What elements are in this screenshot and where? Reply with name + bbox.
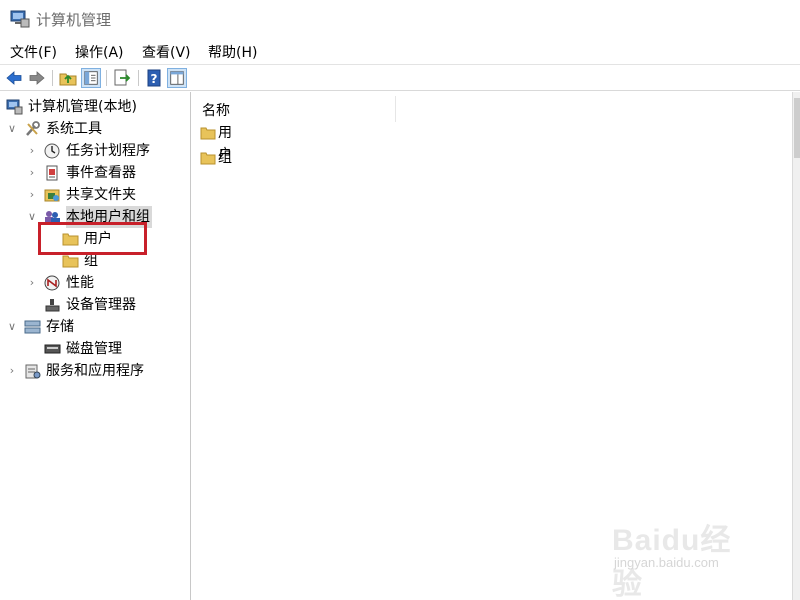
services-applications-icon	[25, 364, 41, 379]
chevron-right-icon[interactable]: ›	[26, 184, 38, 206]
tree-item-event-viewer[interactable]: › 事件查看器	[26, 162, 186, 184]
chevron-right-icon[interactable]: ›	[6, 360, 18, 382]
tree-item-label: 任务计划程序	[66, 143, 150, 159]
tree-item-label: 系统工具	[46, 121, 102, 137]
tree-item-performance[interactable]: › 性能	[26, 272, 186, 294]
menu-action[interactable]: 操作(A)	[75, 42, 124, 62]
tree-item-device-manager[interactable]: 设备管理器	[26, 294, 186, 316]
tree-item-label: 存储	[46, 319, 74, 335]
tree-item-label: 计算机管理(本地)	[28, 99, 137, 115]
column-header-name[interactable]: 名称	[194, 96, 396, 122]
tree-item-task-scheduler[interactable]: › 任务计划程序	[26, 140, 186, 162]
storage-icon	[24, 320, 41, 334]
toolbar: ?	[0, 64, 800, 91]
folder-icon	[200, 127, 216, 140]
shared-folders-icon	[44, 189, 60, 202]
up-folder-icon[interactable]	[58, 68, 78, 88]
toolbar-separator	[138, 70, 139, 86]
tree-item-label: 磁盘管理	[66, 341, 122, 357]
chevron-down-icon[interactable]: ∨	[6, 316, 18, 338]
chevron-down-icon[interactable]: ∨	[26, 206, 38, 228]
export-list-icon[interactable]	[112, 68, 132, 88]
tree-item-storage[interactable]: ∨ 存储	[6, 316, 186, 338]
menu-bar: 文件(F) 操作(A) 查看(V) 帮助(H)	[0, 40, 800, 64]
menu-view[interactable]: 查看(V)	[142, 42, 191, 62]
menu-file[interactable]: 文件(F)	[10, 42, 57, 62]
toolbar-separator	[106, 70, 107, 86]
tree-item-label: 设备管理器	[66, 297, 136, 313]
svg-text:?: ?	[151, 72, 158, 86]
back-arrow-icon[interactable]	[4, 68, 24, 88]
performance-icon	[44, 275, 60, 291]
chevron-right-icon[interactable]: ›	[26, 272, 38, 294]
scrollbar-thumb[interactable]	[794, 98, 800, 158]
properties-pane-icon[interactable]	[167, 68, 187, 88]
task-scheduler-icon	[44, 143, 60, 159]
tree-item-label: 性能	[66, 275, 94, 291]
vertical-scrollbar[interactable]	[792, 92, 800, 600]
watermark-url: jingyan.baidu.com	[614, 555, 719, 570]
folder-icon	[200, 152, 216, 165]
watermark: Baidu经验 jingyan.baidu.com	[612, 515, 762, 600]
console-tree: 计算机管理(本地) ∨ 系统工具 › 任务计划程序 › 事件查看器 › 共享文件…	[0, 92, 191, 600]
chevron-right-icon[interactable]: ›	[26, 140, 38, 162]
forward-arrow-icon[interactable]	[27, 68, 47, 88]
tree-item-services-applications[interactable]: › 服务和应用程序	[6, 360, 186, 382]
chevron-down-icon[interactable]: ∨	[6, 118, 18, 140]
folder-icon	[62, 255, 79, 268]
menu-help[interactable]: 帮助(H)	[208, 42, 257, 62]
event-viewer-icon	[46, 165, 58, 181]
toolbar-separator	[52, 70, 53, 86]
system-tools-icon	[26, 121, 40, 136]
help-icon[interactable]: ?	[144, 68, 164, 88]
tree-item-label: 服务和应用程序	[46, 363, 144, 379]
computer-management-icon	[10, 10, 30, 28]
disk-management-icon	[44, 344, 61, 354]
tree-item-label: 共享文件夹	[66, 187, 136, 203]
tree-item-disk-management[interactable]: 磁盘管理	[26, 338, 186, 360]
computer-management-icon	[6, 99, 23, 115]
show-hide-tree-icon[interactable]	[81, 68, 101, 88]
tree-item-system-tools[interactable]: ∨ 系统工具	[6, 118, 186, 140]
title-bar: 计算机管理	[0, 0, 800, 38]
chevron-right-icon[interactable]: ›	[26, 162, 38, 184]
window-title: 计算机管理	[36, 11, 112, 29]
device-manager-icon	[45, 299, 60, 312]
highlight-box	[38, 222, 147, 255]
tree-item-label: 事件查看器	[66, 165, 136, 181]
list-item-label: 组	[218, 150, 232, 166]
tree-item-computer-management[interactable]: 计算机管理(本地)	[6, 96, 186, 118]
column-header-label: 名称	[202, 103, 230, 119]
tree-item-shared-folders[interactable]: › 共享文件夹	[26, 184, 186, 206]
